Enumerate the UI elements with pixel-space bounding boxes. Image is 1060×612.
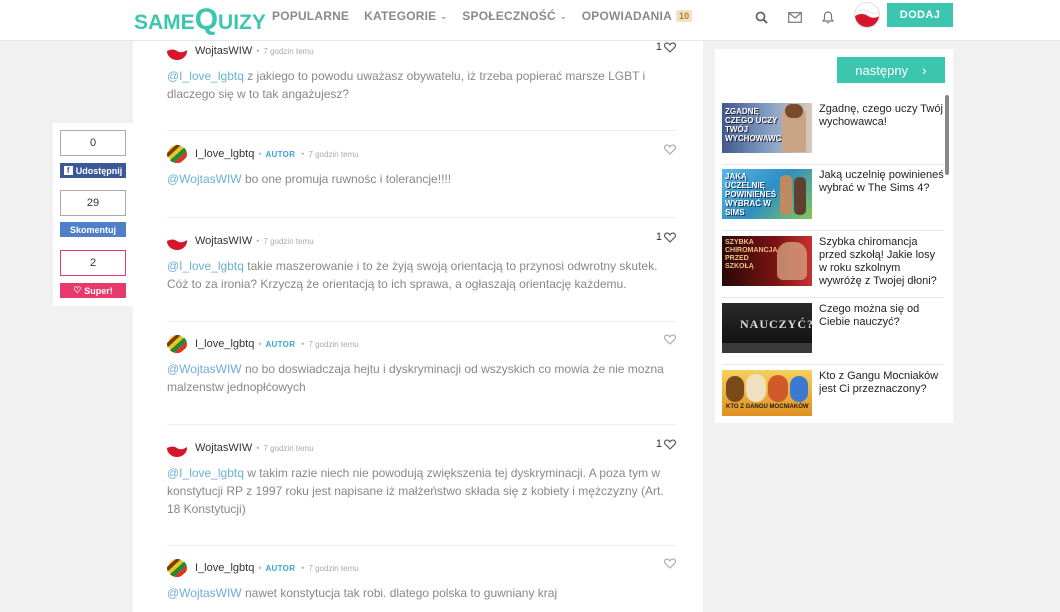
related-quiz-item[interactable]: ZGADNĘ CZEGO UCZY TWÓJ WYCHOWAWCA Zgadnę… bbox=[722, 103, 944, 155]
comment-author[interactable]: WojtasWIW bbox=[195, 442, 252, 454]
top-header: SAME Q UIZY POPULARNE KATEGORIE ⌄ SPOŁECZ… bbox=[0, 0, 1060, 41]
comment-text: @WojtasWIW no bo doswiadczaja hejtu i dy… bbox=[167, 362, 664, 394]
chevron-right-icon: › bbox=[922, 62, 927, 78]
poland-flag-avatar[interactable] bbox=[167, 42, 187, 60]
nav-item-opowiadania[interactable]: OPOWIADANIA 10 bbox=[582, 9, 693, 23]
site-logo[interactable]: SAME Q UIZY bbox=[134, 3, 266, 35]
comment-author[interactable]: I_love_lgbtq bbox=[195, 338, 254, 350]
like-button[interactable] bbox=[662, 334, 676, 345]
mail-icon[interactable] bbox=[787, 9, 803, 25]
facebook-share-count: 0 bbox=[60, 130, 126, 156]
mention-link[interactable]: @WojtasWIW bbox=[167, 586, 242, 600]
mention-link[interactable]: @WojtasWIW bbox=[167, 172, 242, 186]
author-badge: AUTOR bbox=[265, 339, 296, 349]
author-badge: AUTOR bbox=[265, 563, 296, 573]
comment-author[interactable]: WojtasWIW bbox=[195, 235, 252, 247]
comment-author[interactable]: I_love_lgbtq bbox=[195, 562, 254, 574]
bell-icon[interactable] bbox=[820, 9, 836, 25]
quiz-thumbnail: JAKĄ UCZELNIĘ POWINIENEŚ WYBRAĆ W SIMS bbox=[722, 169, 812, 219]
related-quizzes-sidebar: następny › ZGADNĘ CZEGO UCZY TWÓJ WYCHOWA… bbox=[715, 49, 953, 423]
quiz-thumbnail: KTO Z GANGU MOCNIAKÓW bbox=[722, 370, 812, 416]
quiz-title: Zgadnę, czego uczy Twój wychowawca! bbox=[819, 103, 943, 128]
poland-flag-avatar[interactable] bbox=[167, 439, 187, 457]
next-quiz-button[interactable]: następny › bbox=[837, 57, 945, 83]
chevron-down-icon: ⌄ bbox=[440, 11, 448, 21]
add-button[interactable]: DODAJ bbox=[887, 3, 953, 27]
comments-count: 29 bbox=[60, 190, 126, 216]
like-button[interactable]: 1 bbox=[656, 438, 676, 450]
chevron-down-icon: ⌄ bbox=[559, 11, 567, 21]
poland-flag-avatar[interactable] bbox=[167, 232, 187, 250]
facebook-icon: f bbox=[63, 166, 73, 175]
comment-time: 7 godzin temu bbox=[263, 46, 314, 56]
like-button[interactable]: 1 bbox=[656, 231, 676, 243]
author-badge: AUTOR bbox=[265, 149, 296, 159]
heart-icon bbox=[664, 334, 676, 345]
comment-item: I_love_lgbtq • AUTOR • 7 godzin temu @Wo… bbox=[167, 144, 676, 188]
comment-item: I_love_lgbtq • AUTOR • 7 godzin temu @Wo… bbox=[167, 334, 676, 396]
quiz-thumbnail: ZGADNĘ CZEGO UCZY TWÓJ WYCHOWAWCA bbox=[722, 103, 812, 153]
comment-text: @I_love_lgbtq z jakiego to powodu uważas… bbox=[167, 69, 646, 101]
comment-text: @I_love_lgbtq takie maszerowanie i to że… bbox=[167, 259, 658, 291]
super-count: 2 bbox=[60, 250, 126, 276]
heart-icon: ♡ bbox=[73, 285, 82, 295]
user-avatar[interactable] bbox=[854, 2, 880, 28]
heart-icon bbox=[664, 42, 676, 53]
quiz-thumbnail: NAUCZYĆ? bbox=[722, 303, 812, 353]
super-button[interactable]: ♡ Super! bbox=[60, 283, 126, 298]
search-icon[interactable] bbox=[753, 9, 769, 25]
mention-link[interactable]: @WojtasWIW bbox=[167, 362, 242, 376]
quiz-title: Szybka chiromancja przed szkołą! Jakie l… bbox=[819, 236, 937, 287]
comment-time: 7 godzin temu bbox=[263, 236, 314, 246]
rainbow-avatar[interactable] bbox=[167, 145, 187, 163]
comment-item: WojtasWIW • 7 godzin temu 1 @I_love_lgbt… bbox=[167, 231, 676, 293]
count-badge: 10 bbox=[675, 10, 693, 22]
quiz-title: Czego można się od Ciebie nauczyć? bbox=[819, 303, 920, 328]
comment-time: 7 godzin temu bbox=[263, 443, 314, 453]
heart-icon bbox=[664, 232, 676, 243]
sidebar-scrollbar[interactable] bbox=[945, 95, 949, 175]
comment-item: WojtasWIW • 7 godzin temu 1 @I_love_lgbt… bbox=[167, 438, 676, 518]
mention-link[interactable]: @I_love_lgbtq bbox=[167, 69, 244, 83]
rainbow-avatar[interactable] bbox=[167, 559, 187, 577]
comment-text: @WojtasWIW bo one promuja ruwnośc i tole… bbox=[167, 172, 452, 186]
related-quiz-item[interactable]: JAKĄ UCZELNIĘ POWINIENEŚ WYBRAĆ W SIMS J… bbox=[722, 169, 944, 221]
comment-text: @I_love_lgbtq w takim razie niech nie po… bbox=[167, 466, 664, 516]
facebook-share-button[interactable]: f Udostępnij bbox=[60, 163, 126, 178]
related-quiz-item[interactable]: SZYBKA CHIROMANCJA PRZED SZKOŁĄ Szybka c… bbox=[722, 236, 944, 288]
nav-item-kategorie[interactable]: KATEGORIE ⌄ bbox=[364, 9, 447, 23]
comment-author[interactable]: WojtasWIW bbox=[195, 45, 252, 57]
mention-link[interactable]: @I_love_lgbtq bbox=[167, 466, 244, 480]
quiz-thumbnail: SZYBKA CHIROMANCJA PRZED SZKOŁĄ bbox=[722, 236, 812, 286]
related-quiz-item[interactable]: NAUCZYĆ? Czego można się od Ciebie naucz… bbox=[722, 303, 944, 355]
like-button[interactable]: 1 bbox=[656, 41, 676, 53]
comment-item: WojtasWIW • 7 godzin temu 1 @I_love_lgbt… bbox=[167, 41, 676, 103]
like-button[interactable] bbox=[662, 558, 676, 569]
heart-icon bbox=[664, 558, 676, 569]
quiz-title: Kto z Gangu Mocniaków jest Ci przeznaczo… bbox=[819, 370, 939, 395]
quiz-title: Jaką uczelnię powinieneś wybrać w The Si… bbox=[819, 169, 944, 194]
heart-icon bbox=[664, 144, 676, 155]
comment-item: I_love_lgbtq • AUTOR • 7 godzin temu @Wo… bbox=[167, 558, 676, 602]
heart-icon bbox=[664, 439, 676, 450]
mention-link[interactable]: @I_love_lgbtq bbox=[167, 259, 244, 273]
rainbow-avatar[interactable] bbox=[167, 335, 187, 353]
comment-time: 7 godzin temu bbox=[308, 149, 359, 159]
comment-time: 7 godzin temu bbox=[308, 339, 359, 349]
comments-panel: WojtasWIW • 7 godzin temu 1 @I_love_lgbt… bbox=[133, 41, 703, 612]
nav-item-popularne[interactable]: POPULARNE bbox=[272, 9, 349, 23]
related-quiz-item[interactable]: KTO Z GANGU MOCNIAKÓW Kto z Gangu Mocnia… bbox=[722, 370, 944, 422]
like-button[interactable] bbox=[662, 144, 676, 155]
comment-author[interactable]: I_love_lgbtq bbox=[195, 148, 254, 160]
comment-text: @WojtasWIW nawet konstytucja tak robi. d… bbox=[167, 586, 558, 600]
nav-item-spolecznosc[interactable]: SPOŁECZNOŚĆ ⌄ bbox=[462, 9, 566, 23]
comment-time: 7 godzin temu bbox=[308, 563, 359, 573]
comment-button[interactable]: Skomentuj bbox=[60, 222, 126, 237]
main-nav: POPULARNE KATEGORIE ⌄ SPOŁECZNOŚĆ ⌄ OPOWIA… bbox=[272, 9, 693, 23]
share-panel: 0 f Udostępnij 29 Skomentuj 2 ♡ Super! bbox=[53, 123, 133, 306]
